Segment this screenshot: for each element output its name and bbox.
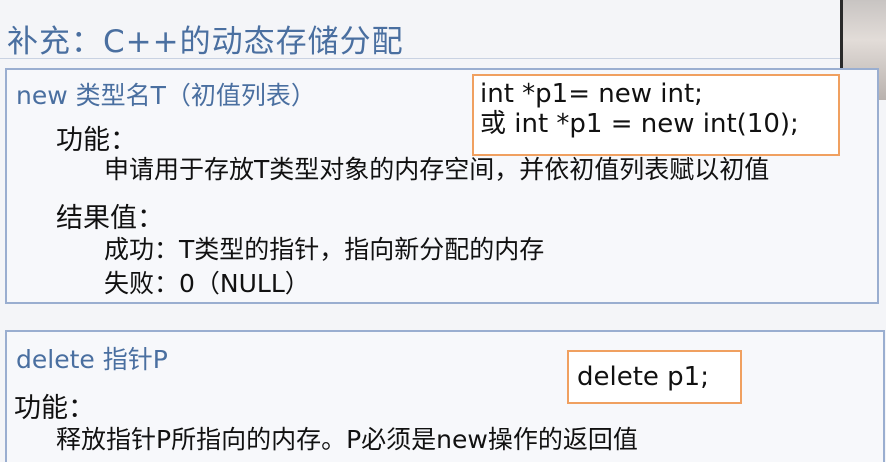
new-function-desc: 申请用于存放T类型对象的内存空间，并依初值列表赋以初值: [104, 155, 770, 184]
new-syntax: new 类型名T（初值列表）: [16, 81, 316, 110]
delete-code: delete p1;: [577, 362, 709, 392]
new-code-line1: int *p1= new int;: [480, 79, 703, 109]
delete-function-desc: 释放指针P所指向的内存。P必须是new操作的返回值: [56, 425, 638, 454]
new-code-box: int *p1= new int; 或 int *p1 = new int(10…: [472, 74, 840, 156]
new-code-line2: 或 int *p1 = new int(10);: [480, 109, 799, 139]
new-success-text: 成功：T类型的指针，指向新分配的内存: [104, 235, 545, 264]
title-divider: [0, 58, 886, 59]
new-fail-text: 失败：0（NULL）: [104, 269, 310, 298]
delete-syntax: delete 指针P: [16, 345, 168, 374]
slide-title: 补充：C++的动态存储分配: [7, 24, 404, 60]
delete-code-box: delete p1;: [567, 350, 742, 404]
